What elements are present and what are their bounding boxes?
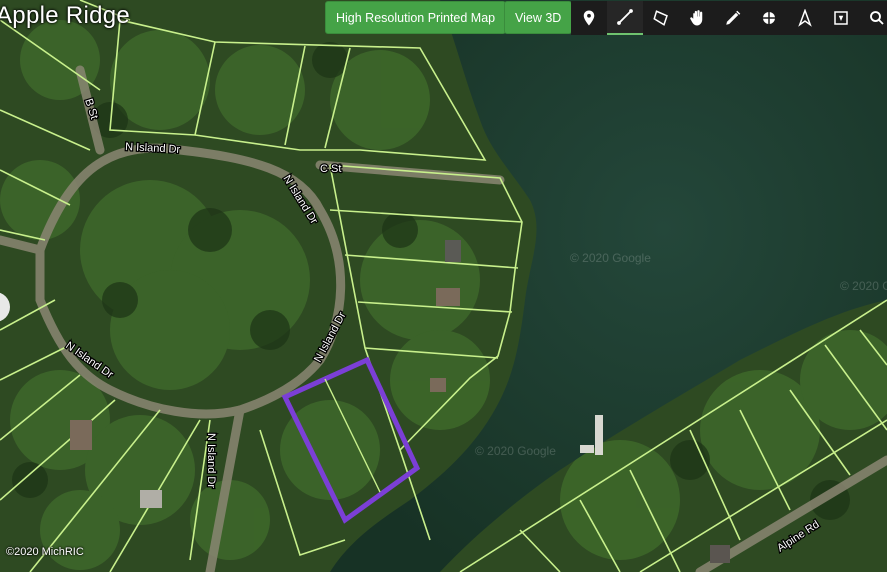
road-label-n-island-dr-spur: N Island Dr bbox=[205, 433, 217, 488]
road-label-c-st: C St bbox=[320, 163, 341, 175]
copyright-text: ©2020 MichRIC bbox=[6, 546, 84, 558]
polygon-tool[interactable] bbox=[643, 1, 679, 35]
parcel-select-icon bbox=[834, 11, 848, 25]
polygon-icon bbox=[653, 10, 668, 26]
search-icon bbox=[870, 11, 884, 25]
compass-arrow-tool[interactable] bbox=[787, 1, 823, 35]
map-toolbar bbox=[571, 1, 887, 35]
map-title: Apple Ridge bbox=[0, 2, 131, 29]
pan-hand-tool[interactable] bbox=[679, 1, 715, 35]
pan-hand-icon bbox=[690, 10, 703, 26]
parcel-select-tool[interactable] bbox=[823, 1, 859, 35]
map-pin-tool[interactable] bbox=[571, 1, 607, 35]
compass-arrow-icon bbox=[798, 9, 812, 27]
target-icon bbox=[761, 10, 777, 26]
aerial-map[interactable]: © 2020 Google © 2020 Google © 2020 Googl… bbox=[0, 0, 887, 572]
view-3d-button[interactable]: View 3D bbox=[504, 1, 573, 34]
pencil-tool[interactable] bbox=[715, 1, 751, 35]
target-tool[interactable] bbox=[751, 1, 787, 35]
measure-line-tool[interactable] bbox=[607, 1, 643, 35]
google-watermark-3: © 2020 Google bbox=[840, 279, 887, 293]
high-resolution-print-button[interactable]: High Resolution Printed Map bbox=[325, 1, 507, 34]
google-watermark-2: © 2020 Google bbox=[475, 444, 556, 458]
google-watermark-1: © 2020 Google bbox=[570, 251, 651, 265]
search-tool[interactable] bbox=[859, 1, 887, 35]
pencil-icon bbox=[726, 10, 741, 25]
measure-line-icon bbox=[617, 9, 633, 25]
map-pin-icon bbox=[583, 10, 595, 26]
